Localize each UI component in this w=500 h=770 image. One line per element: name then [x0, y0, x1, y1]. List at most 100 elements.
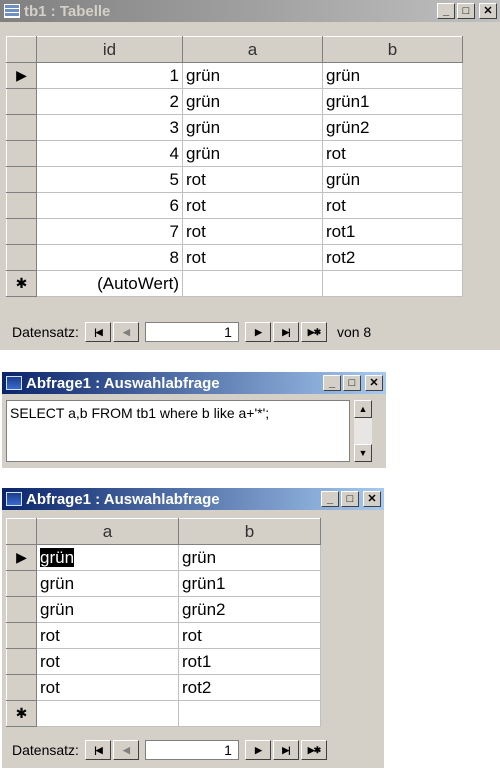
cell-a[interactable]: rot	[36, 674, 179, 701]
cell-a[interactable]: grün	[36, 570, 179, 597]
cell-a[interactable]: rot	[182, 218, 323, 245]
minimize-button[interactable]: _	[321, 491, 339, 507]
cell-b[interactable]: grün	[322, 166, 463, 193]
table-row[interactable]: 8 rot rot2	[6, 244, 463, 271]
column-header-a[interactable]: a	[36, 518, 179, 545]
cell-id[interactable]: 3	[36, 114, 183, 141]
cell-id[interactable]: 1	[36, 62, 183, 89]
table-row[interactable]: grün grün2	[6, 596, 321, 623]
close-button[interactable]: ✕	[479, 3, 497, 19]
table-row[interactable]: 7 rot rot1	[6, 218, 463, 245]
table-row[interactable]: 4 grün rot	[6, 140, 463, 167]
maximize-button[interactable]: □	[457, 3, 475, 19]
table-row[interactable]: 6 rot rot	[6, 192, 463, 219]
record-selector[interactable]	[6, 218, 37, 245]
sql-editor[interactable]: SELECT a,b FROM tb1 where b like a+'*';	[6, 400, 350, 462]
record-number-input[interactable]: 1	[144, 322, 239, 342]
column-header-b[interactable]: b	[322, 36, 463, 63]
new-record-selector[interactable]: ✱	[6, 270, 37, 297]
minimize-button[interactable]: _	[323, 375, 341, 391]
first-record-button[interactable]: |◀	[84, 740, 111, 760]
new-record-button[interactable]: ▶✱	[300, 322, 327, 342]
new-record-button[interactable]: ▶✱	[300, 740, 327, 760]
record-selector[interactable]: ▶	[6, 62, 37, 89]
previous-record-button[interactable]: ◀	[112, 322, 139, 342]
cell-b[interactable]	[322, 270, 463, 297]
next-record-button[interactable]: ▶	[244, 740, 271, 760]
corner-selector[interactable]	[6, 518, 37, 545]
record-selector[interactable]	[6, 244, 37, 271]
cell-id[interactable]: 4	[36, 140, 183, 167]
cell-id[interactable]: (AutoWert)	[36, 270, 183, 297]
cell-a[interactable]: grün	[36, 596, 179, 623]
column-header-a[interactable]: a	[182, 36, 323, 63]
cell-b[interactable]: grün1	[178, 570, 321, 597]
vertical-scrollbar[interactable]: ▲ ▼	[354, 400, 372, 462]
record-selector[interactable]	[6, 192, 37, 219]
new-record-row[interactable]: ✱	[6, 700, 321, 727]
cell-a[interactable]: rot	[182, 192, 323, 219]
cell-b[interactable]: grün2	[322, 114, 463, 141]
record-number-input[interactable]: 1	[144, 740, 239, 760]
query-sql-window-titlebar[interactable]: Abfrage1 : Auswahlabfrage _ □ ✕	[2, 372, 386, 394]
last-record-button[interactable]: ▶|	[272, 322, 299, 342]
cell-id[interactable]: 5	[36, 166, 183, 193]
scroll-down-button[interactable]: ▼	[354, 444, 372, 462]
record-selector[interactable]	[6, 88, 37, 115]
maximize-button[interactable]: □	[341, 491, 359, 507]
record-selector[interactable]	[6, 570, 37, 597]
table-row[interactable]: rot rot	[6, 622, 321, 649]
cell-a[interactable]: grün	[182, 62, 323, 89]
table-row[interactable]: 5 rot grün	[6, 166, 463, 193]
previous-record-button[interactable]: ◀	[112, 740, 139, 760]
table-row[interactable]: ▶ grün grün	[6, 544, 321, 571]
record-selector[interactable]	[6, 140, 37, 167]
close-button[interactable]: ✕	[363, 491, 381, 507]
table-row[interactable]: grün grün1	[6, 570, 321, 597]
cell-a[interactable]: grün	[182, 88, 323, 115]
new-record-selector[interactable]: ✱	[6, 700, 37, 727]
cell-b[interactable]: rot1	[322, 218, 463, 245]
scroll-up-button[interactable]: ▲	[354, 400, 372, 418]
cell-a[interactable]: grün	[182, 114, 323, 141]
cell-b[interactable]: rot	[322, 140, 463, 167]
cell-id[interactable]: 7	[36, 218, 183, 245]
minimize-button[interactable]: _	[437, 3, 455, 19]
cell-a[interactable]: grün	[36, 544, 179, 571]
table-row[interactable]: rot rot1	[6, 648, 321, 675]
cell-a[interactable]: rot	[36, 648, 179, 675]
table-row[interactable]: 2 grün grün1	[6, 88, 463, 115]
last-record-button[interactable]: ▶|	[272, 740, 299, 760]
table-window-titlebar[interactable]: tb1 : Tabelle _ □ ✕	[0, 0, 500, 22]
query-result-window-titlebar[interactable]: Abfrage1 : Auswahlabfrage _ □ ✕	[2, 488, 384, 510]
cell-b[interactable]: grün2	[178, 596, 321, 623]
cell-b[interactable]: rot	[178, 622, 321, 649]
cell-id[interactable]: 2	[36, 88, 183, 115]
cell-b[interactable]: rot2	[178, 674, 321, 701]
cell-b[interactable]: grün	[178, 544, 321, 571]
cell-id[interactable]: 6	[36, 192, 183, 219]
first-record-button[interactable]: |◀	[84, 322, 111, 342]
cell-a[interactable]: grün	[182, 140, 323, 167]
column-header-id[interactable]: id	[36, 36, 183, 63]
record-selector[interactable]	[6, 674, 37, 701]
cell-b[interactable]	[178, 700, 321, 727]
cell-b[interactable]: rot	[322, 192, 463, 219]
record-selector[interactable]	[6, 622, 37, 649]
record-selector[interactable]	[6, 648, 37, 675]
record-selector[interactable]: ▶	[6, 544, 37, 571]
table-row[interactable]: rot rot2	[6, 674, 321, 701]
cell-a[interactable]: rot	[182, 166, 323, 193]
new-record-row[interactable]: ✱ (AutoWert)	[6, 270, 463, 297]
column-header-b[interactable]: b	[178, 518, 321, 545]
close-button[interactable]: ✕	[365, 375, 383, 391]
table-row[interactable]: 3 grün grün2	[6, 114, 463, 141]
cell-a[interactable]	[182, 270, 323, 297]
record-selector[interactable]	[6, 596, 37, 623]
cell-id[interactable]: 8	[36, 244, 183, 271]
next-record-button[interactable]: ▶	[244, 322, 271, 342]
cell-b[interactable]: rot2	[322, 244, 463, 271]
cell-a[interactable]: rot	[182, 244, 323, 271]
cell-a[interactable]	[36, 700, 179, 727]
record-selector[interactable]	[6, 114, 37, 141]
